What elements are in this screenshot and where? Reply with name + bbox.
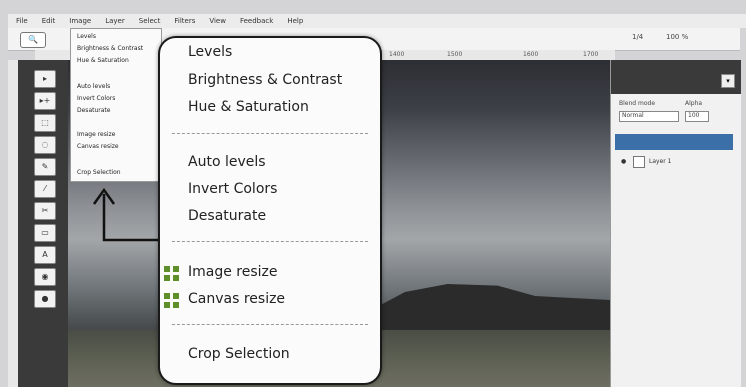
callout-desaturate[interactable]: Desaturate [188, 208, 266, 224]
layer-name: Layer 1 [649, 158, 672, 165]
menu-file[interactable]: File [16, 17, 28, 25]
callout-canvas-resize[interactable]: Canvas resize [188, 291, 285, 307]
ruler-tick: 1700 [583, 51, 599, 58]
rectangle-tool-icon[interactable]: ▭ [34, 224, 56, 242]
line-tool-icon[interactable]: ⁄ [34, 180, 56, 198]
callout-auto-levels[interactable]: Auto levels [188, 154, 266, 170]
image-menu-dropdown: Levels Brightness & Contrast Hue & Satur… [70, 28, 162, 182]
callout-invert[interactable]: Invert Colors [188, 181, 277, 197]
fill-tool-icon[interactable]: ◉ [34, 268, 56, 286]
panel-toggle-icon[interactable]: ▾ [721, 74, 735, 88]
zoom-level[interactable]: 100 % [666, 33, 688, 41]
menu-select[interactable]: Select [139, 17, 161, 25]
menu-item-crop[interactable]: Crop Selection [77, 169, 121, 176]
layers-panel: ▾ Blend mode Alpha Normal 100 ● Layer 1 [610, 60, 741, 387]
menu-item-auto-levels[interactable]: Auto levels [77, 83, 110, 90]
marquee-tool-icon[interactable]: ⬚ [34, 114, 56, 132]
callout-image-resize[interactable]: Image resize [188, 264, 278, 280]
callout-crop-selection[interactable]: Crop Selection [188, 346, 290, 362]
tool-palette: ▸ ▸+ ⬚ ◌ ✎ ⁄ ✂ ▭ A ◉ ● [18, 60, 68, 387]
separator [172, 324, 368, 325]
menu-item-canvas-resize[interactable]: Canvas resize [77, 143, 119, 150]
menu-item-desaturate[interactable]: Desaturate [77, 107, 110, 114]
blend-mode-label: Blend mode [619, 100, 656, 107]
color-picker-icon[interactable]: ● [34, 290, 56, 308]
blend-mode-select[interactable]: Normal [619, 111, 679, 122]
layer-row[interactable]: ● Layer 1 [615, 154, 733, 170]
menu-layer[interactable]: Layer [105, 17, 125, 25]
menu-item-hue[interactable]: Hue & Saturation [77, 57, 129, 64]
ruler-tick: 1400 [389, 51, 405, 58]
text-tool-icon[interactable]: A [34, 246, 56, 264]
callout-hue[interactable]: Hue & Saturation [188, 99, 309, 115]
menu-feedback[interactable]: Feedback [240, 17, 273, 25]
ruler-tick: 1500 [447, 51, 463, 58]
page-indicator: 1/4 [632, 33, 644, 41]
separator [172, 133, 368, 134]
menu-help[interactable]: Help [287, 17, 303, 25]
move-tool-icon[interactable]: ▸ [34, 70, 56, 88]
menu-item-image-resize[interactable]: Image resize [77, 131, 115, 138]
panel-header: ▾ [611, 60, 741, 94]
zoom-tool-button[interactable]: 🔍 [20, 32, 46, 48]
crop-tool-icon[interactable]: ✂ [34, 202, 56, 220]
menu-view[interactable]: View [209, 17, 226, 25]
separator [172, 241, 368, 242]
image-resize-icon [164, 266, 180, 282]
menu-item-levels[interactable]: Levels [77, 33, 96, 40]
layer-thumbnail [633, 156, 645, 168]
image-menu-callout: Levels Brightness & Contrast Hue & Satur… [158, 36, 382, 385]
menu-bar: File Edit Image Layer Select Filters Vie… [8, 14, 746, 28]
canvas-resize-icon [164, 293, 180, 309]
menu-image[interactable]: Image [69, 17, 91, 25]
layer-row-selected[interactable] [615, 134, 733, 150]
ruler-tick: 1600 [523, 51, 539, 58]
alpha-label: Alpha [685, 100, 703, 107]
lasso-tool-icon[interactable]: ◌ [34, 136, 56, 154]
callout-brightness[interactable]: Brightness & Contrast [188, 72, 342, 88]
menu-edit[interactable]: Edit [42, 17, 56, 25]
alpha-field[interactable]: 100 [685, 111, 709, 122]
pencil-tool-icon[interactable]: ✎ [34, 158, 56, 176]
callout-levels[interactable]: Levels [188, 44, 232, 60]
visibility-icon[interactable]: ● [621, 158, 626, 165]
menu-item-brightness[interactable]: Brightness & Contrast [77, 45, 143, 52]
move-add-tool-icon[interactable]: ▸+ [34, 92, 56, 110]
menu-item-invert[interactable]: Invert Colors [77, 95, 115, 102]
menu-filters[interactable]: Filters [174, 17, 195, 25]
app-window: File Edit Image Layer Select Filters Vie… [0, 0, 746, 387]
